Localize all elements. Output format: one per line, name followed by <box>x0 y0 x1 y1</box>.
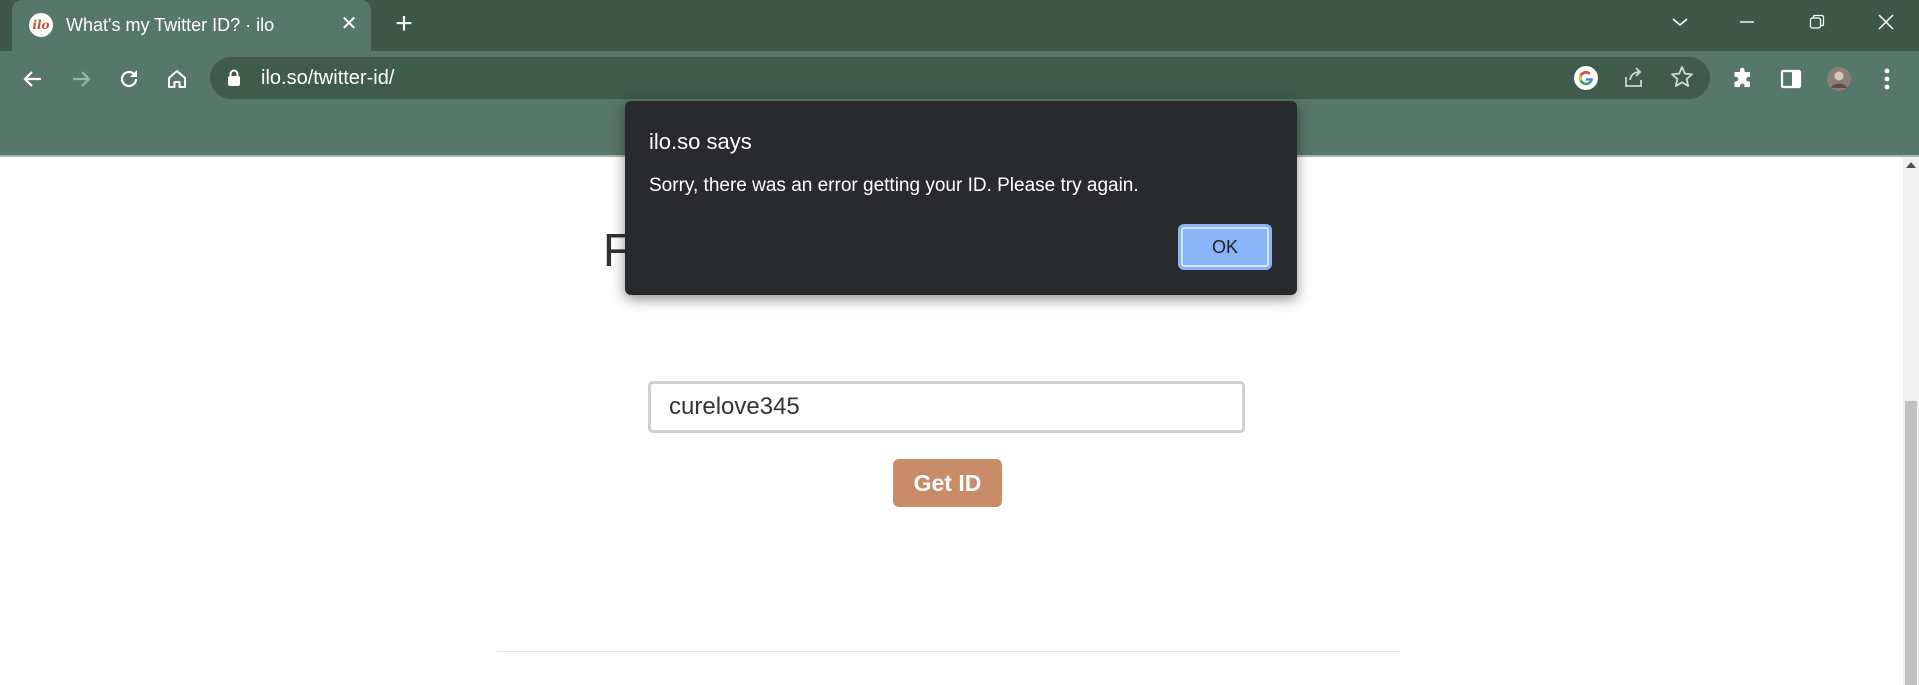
title-bar: ilo What's my Twitter ID? · ilo ✕ + <box>0 0 1919 51</box>
avatar[interactable] <box>1821 61 1857 97</box>
reload-icon[interactable] <box>111 61 147 97</box>
back-icon[interactable] <box>15 61 51 97</box>
ilo-favicon-icon: ilo <box>29 13 53 37</box>
tab-title: What's my Twitter ID? · ilo <box>66 15 275 35</box>
scroll-up-arrow-icon[interactable] <box>1906 162 1916 168</box>
extensions-icon[interactable] <box>1725 61 1761 97</box>
dialog-message: Sorry, there was an error getting your I… <box>649 175 1139 196</box>
forward-icon[interactable] <box>63 61 99 97</box>
tab-search-icon[interactable] <box>1660 6 1700 38</box>
get-id-button[interactable]: Get ID <box>893 459 1002 507</box>
home-icon[interactable] <box>159 61 195 97</box>
tab-close-icon[interactable]: ✕ <box>336 11 362 37</box>
menu-icon[interactable] <box>1869 61 1905 97</box>
share-icon[interactable] <box>1622 66 1646 95</box>
close-window-icon[interactable] <box>1866 6 1906 38</box>
minimize-icon[interactable] <box>1727 6 1767 38</box>
new-tab-button[interactable]: + <box>389 9 419 40</box>
alert-dialog: ilo.so says Sorry, there was an error ge… <box>625 101 1297 295</box>
dialog-title: ilo.so says <box>649 129 752 154</box>
ok-button[interactable]: OK <box>1178 224 1272 270</box>
lock-icon[interactable] <box>227 69 241 87</box>
active-tab[interactable]: ilo What's my Twitter ID? · ilo ✕ <box>12 0 371 51</box>
twitter-username-input[interactable] <box>648 381 1245 433</box>
scrollbar-thumb[interactable] <box>1905 401 1917 685</box>
side-panel-icon[interactable] <box>1773 61 1809 97</box>
url-text[interactable]: ilo.so/twitter-id/ <box>261 67 394 90</box>
google-icon[interactable] <box>1573 65 1599 96</box>
page-scrollbar[interactable] <box>1903 157 1919 685</box>
address-bar[interactable]: ilo.so/twitter-id/ <box>210 57 1710 99</box>
star-icon[interactable] <box>1670 65 1694 94</box>
restore-icon[interactable] <box>1797 6 1837 38</box>
content-divider <box>497 651 1400 652</box>
